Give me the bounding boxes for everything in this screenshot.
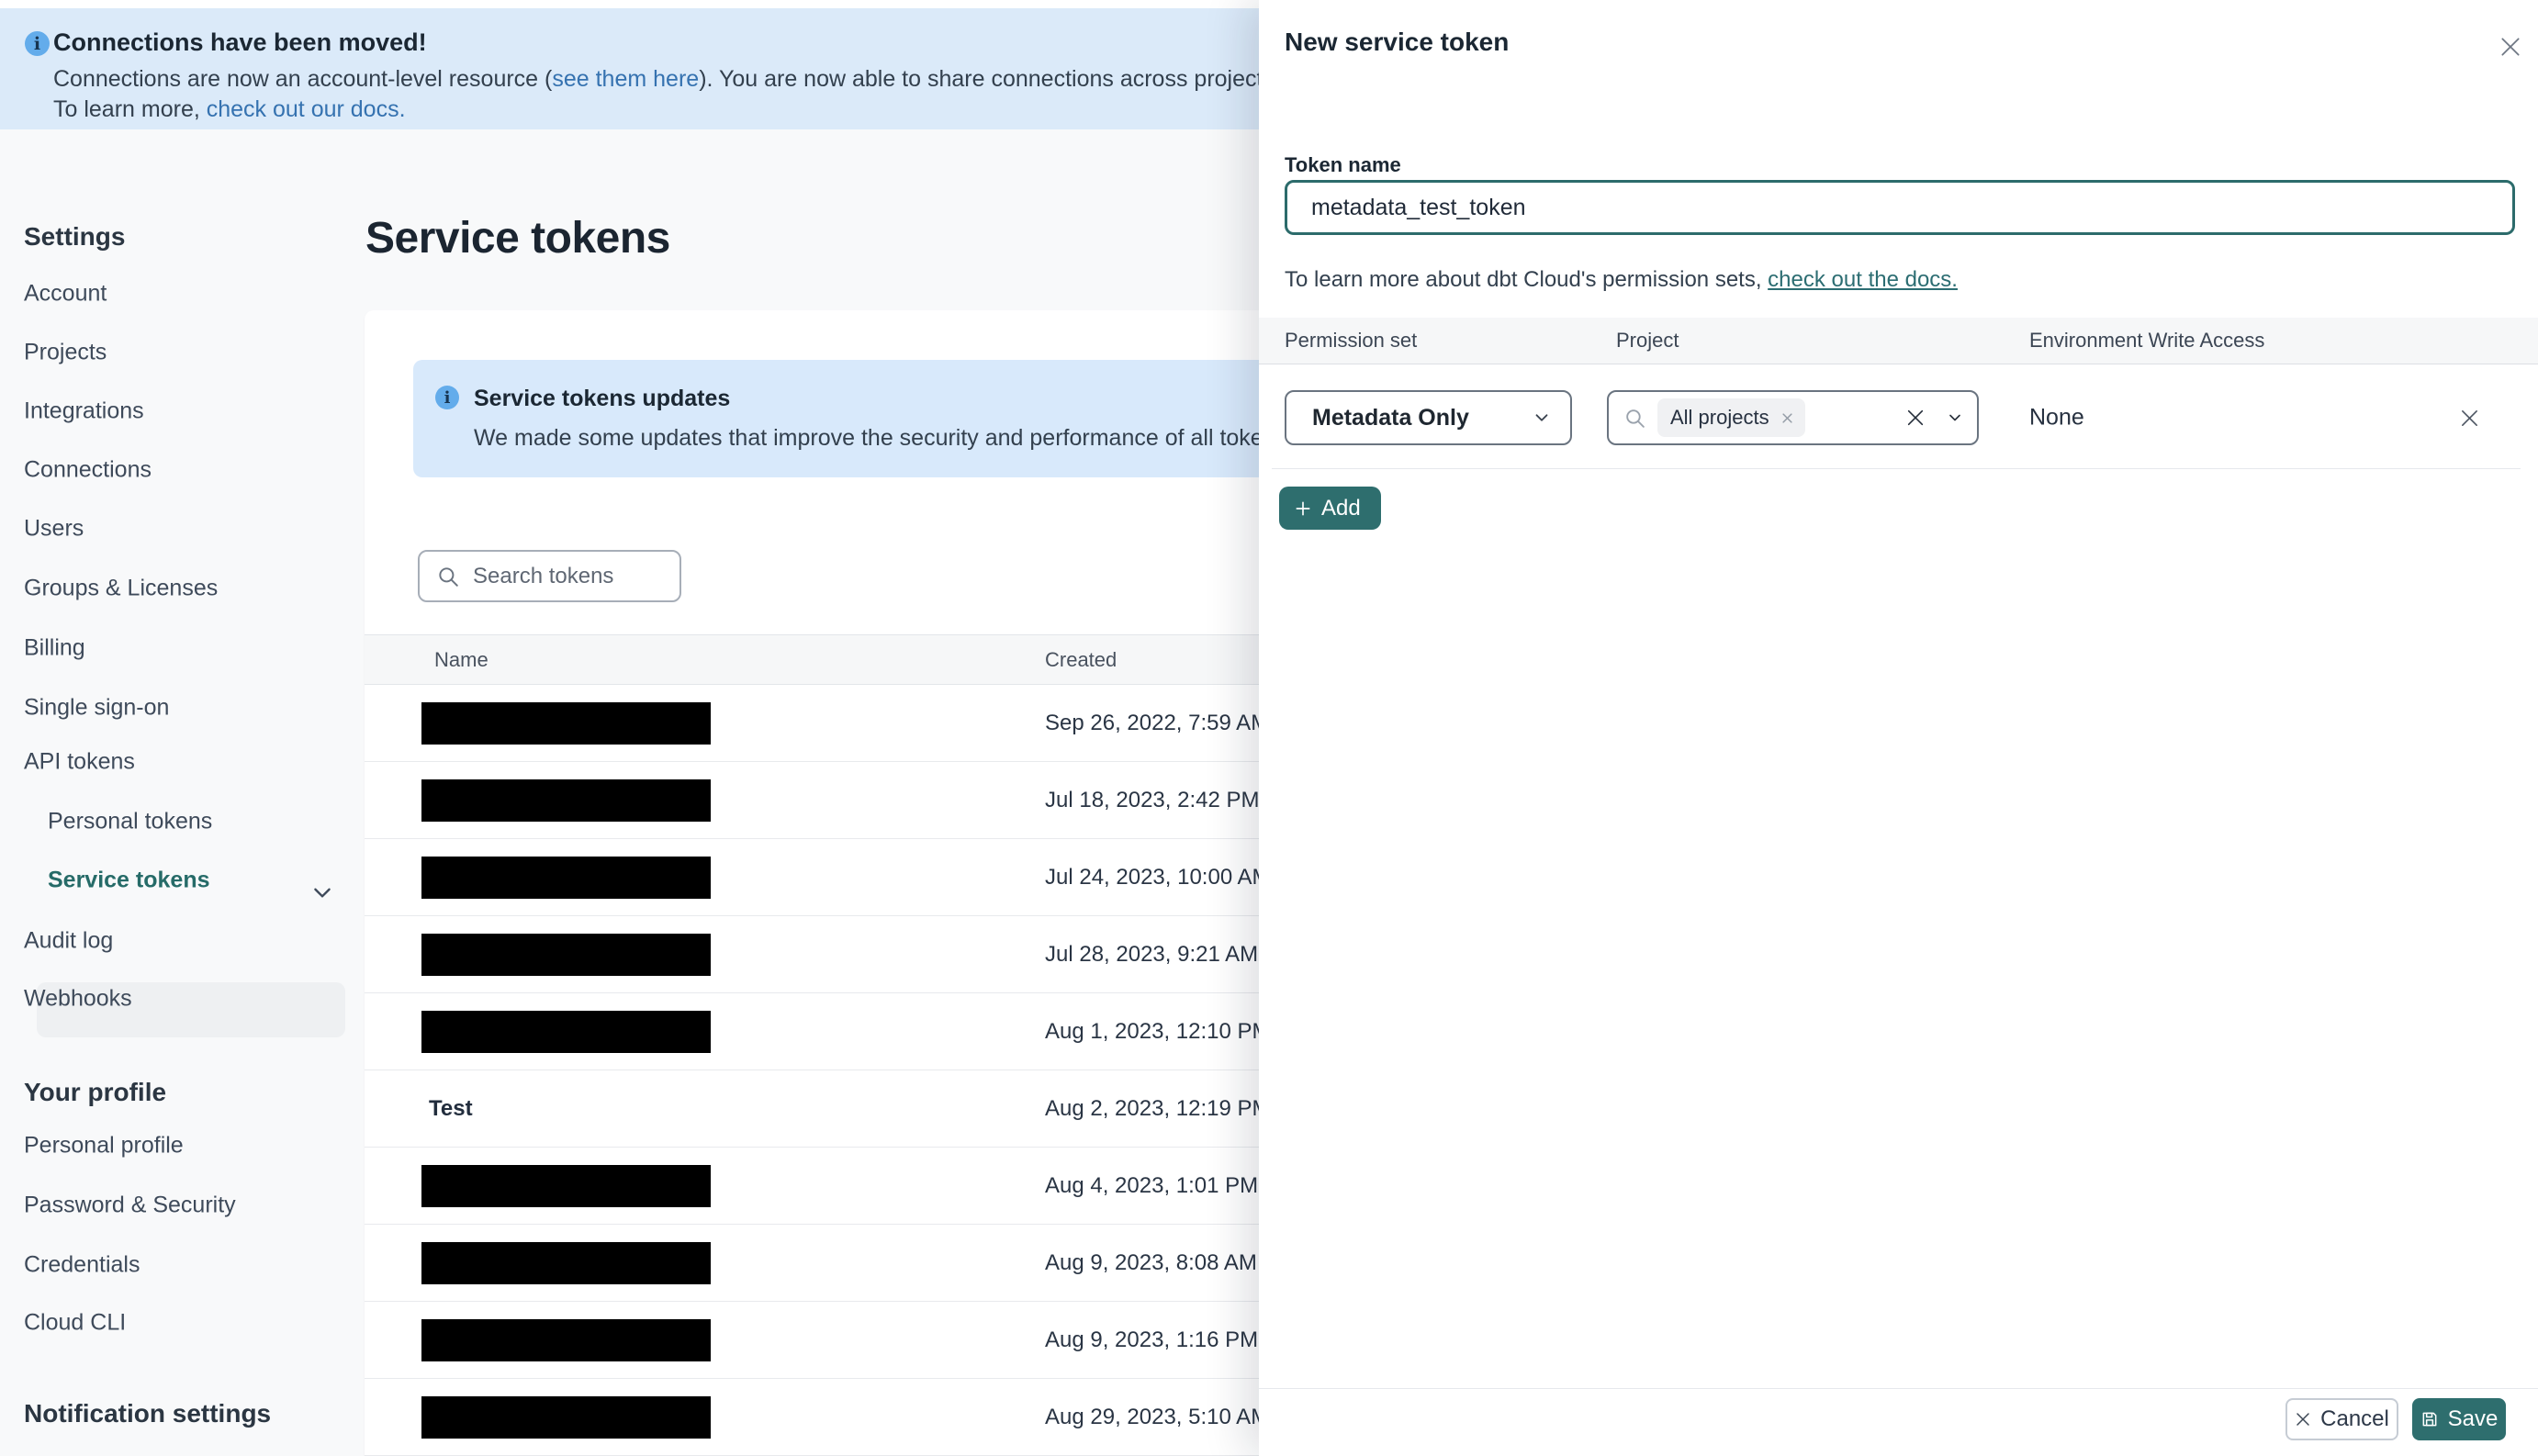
- all-projects-chip[interactable]: All projects: [1657, 398, 1805, 437]
- see-them-here-link[interactable]: see them here: [552, 66, 699, 92]
- redacted-token-name: [421, 779, 711, 822]
- column-header-permission-set: Permission set: [1285, 329, 1418, 352]
- project-multiselect[interactable]: All projects: [1607, 390, 1979, 445]
- permission-set-select[interactable]: Metadata Only: [1285, 390, 1572, 445]
- helper-text: To learn more about dbt Cloud's permissi…: [1285, 267, 1769, 292]
- add-permission-button[interactable]: Add: [1279, 487, 1381, 530]
- redacted-token-name: [421, 1242, 711, 1284]
- token-name: Test: [429, 1095, 473, 1121]
- sidebar-item-service-tokens[interactable]: Service tokens: [48, 868, 210, 894]
- notice-body: We made some updates that improve the se…: [474, 425, 1371, 451]
- chevron-down-icon[interactable]: [310, 880, 334, 904]
- redacted-token-name: [421, 857, 711, 899]
- permission-set-value: Metadata Only: [1312, 404, 1469, 431]
- token-created-date: Aug 4, 2023, 1:01 PM P: [1045, 1172, 1279, 1198]
- sidebar-item-users[interactable]: Users: [24, 516, 84, 543]
- search-icon: [439, 566, 458, 587]
- token-created-date: Aug 9, 2023, 1:16 PM P: [1045, 1327, 1279, 1352]
- sidebar-item-single-sign-on[interactable]: Single sign-on: [24, 695, 169, 722]
- sidebar-item-billing[interactable]: Billing: [24, 635, 85, 662]
- notice-title: Service tokens updates: [474, 386, 731, 411]
- cancel-button-label: Cancel: [2320, 1406, 2389, 1431]
- sidebar-item-password-security[interactable]: Password & Security: [24, 1193, 236, 1219]
- permissions-grid-header: Permission set Project Environment Write…: [1259, 318, 2538, 364]
- search-input[interactable]: Search tokens: [418, 550, 681, 602]
- permission-helper-text: To learn more about dbt Cloud's permissi…: [1285, 267, 1958, 293]
- save-icon: [2422, 1412, 2437, 1427]
- redacted-token-name: [421, 1011, 711, 1053]
- save-button-label: Save: [2447, 1406, 2499, 1431]
- sidebar-item-credentials[interactable]: Credentials: [24, 1252, 140, 1279]
- token-created-date: Jul 28, 2023, 9:21 AM P: [1045, 941, 1279, 967]
- token-created-date: Aug 29, 2023, 5:10 AM P: [1045, 1404, 1290, 1429]
- sidebar-item-projects[interactable]: Projects: [24, 340, 107, 366]
- cancel-button[interactable]: Cancel: [2285, 1398, 2398, 1440]
- token-name-value: metadata_test_token: [1311, 194, 1526, 220]
- sidebar-item-account[interactable]: Account: [24, 281, 107, 308]
- remove-row-icon[interactable]: [2449, 398, 2489, 438]
- clear-selection-icon[interactable]: [1905, 408, 1926, 428]
- token-created-date: Aug 9, 2023, 8:08 AM P: [1045, 1249, 1278, 1275]
- redacted-token-name: [421, 702, 711, 745]
- row-divider: [1272, 468, 2521, 469]
- column-header-project: Project: [1616, 329, 1679, 352]
- info-icon: i: [435, 386, 459, 409]
- banner-body-line2: To learn more, check out our docs.: [53, 96, 406, 123]
- token-created-date: Aug 1, 2023, 12:10 PM P: [1045, 1018, 1292, 1044]
- chevron-down-icon: [1949, 414, 1960, 421]
- token-name-label: Token name: [1285, 153, 1401, 176]
- search-icon: [1626, 409, 1645, 428]
- banner-text: To learn more,: [53, 96, 207, 122]
- redacted-token-name: [421, 1165, 711, 1207]
- panel-footer: Cancel Save: [1259, 1388, 2538, 1456]
- info-icon: i: [25, 31, 50, 56]
- column-header-name: Name: [434, 647, 489, 671]
- sidebar-item-personal-profile[interactable]: Personal profile: [24, 1133, 184, 1159]
- token-created-date: Jul 24, 2023, 10:00 AM: [1045, 864, 1271, 890]
- sidebar-item-connections[interactable]: Connections: [24, 457, 152, 484]
- close-icon[interactable]: [2489, 26, 2532, 68]
- redacted-token-name: [421, 1319, 711, 1361]
- column-header-created: Created: [1045, 647, 1117, 671]
- close-icon: [2297, 1413, 2309, 1426]
- check-out-the-docs-link[interactable]: check out the docs.: [1768, 267, 1958, 292]
- page-title: Service tokens: [365, 214, 670, 263]
- redacted-token-name: [421, 934, 711, 976]
- panel-title: New service token: [1285, 28, 1510, 56]
- sidebar-item-groups-licenses[interactable]: Groups & Licenses: [24, 576, 218, 602]
- token-created-date: Jul 18, 2023, 2:42 PM P: [1045, 787, 1281, 812]
- sidebar-item-cloud-cli[interactable]: Cloud CLI: [24, 1310, 126, 1337]
- banner-text: Connections are now an account-level res…: [53, 66, 553, 92]
- token-created-date: Sep 26, 2022, 7:59 AM P: [1045, 710, 1290, 735]
- sidebar-heading-notification-settings: Notification settings: [24, 1399, 272, 1428]
- sidebar-item-personal-tokens[interactable]: Personal tokens: [48, 809, 212, 835]
- sidebar-item-integrations[interactable]: Integrations: [24, 398, 144, 425]
- check-out-our-docs-link[interactable]: check out our docs.: [207, 96, 406, 122]
- sidebar-item-api-tokens[interactable]: API tokens: [24, 749, 135, 776]
- chevron-down-icon: [1535, 414, 1548, 421]
- add-button-label: Add: [1321, 495, 1361, 521]
- sidebar-item-webhooks[interactable]: Webhooks: [24, 986, 132, 1013]
- token-name-input[interactable]: metadata_test_token: [1285, 180, 2515, 235]
- remove-chip-icon[interactable]: [1780, 411, 1794, 425]
- settings-sidebar: Settings Account Projects Integrations Conne…: [0, 129, 365, 1456]
- new-service-token-panel: New service token Token name metadata_te…: [1259, 0, 2538, 1456]
- redacted-token-name: [421, 1396, 711, 1439]
- chip-label: All projects: [1670, 406, 1769, 429]
- sidebar-heading-your-profile: Your profile: [24, 1078, 167, 1106]
- environment-write-access-value: None: [2029, 404, 2084, 431]
- save-button[interactable]: Save: [2412, 1398, 2506, 1440]
- sidebar-item-audit-log[interactable]: Audit log: [24, 928, 113, 955]
- token-created-date: Aug 2, 2023, 12:19 PM P: [1045, 1095, 1292, 1121]
- search-placeholder: Search tokens: [473, 563, 614, 588]
- plus-icon: [1296, 501, 1310, 515]
- banner-title: Connections have been moved!: [53, 28, 427, 56]
- sidebar-heading-settings: Settings: [24, 222, 126, 251]
- column-header-environment-write-access: Environment Write Access: [2029, 329, 2265, 352]
